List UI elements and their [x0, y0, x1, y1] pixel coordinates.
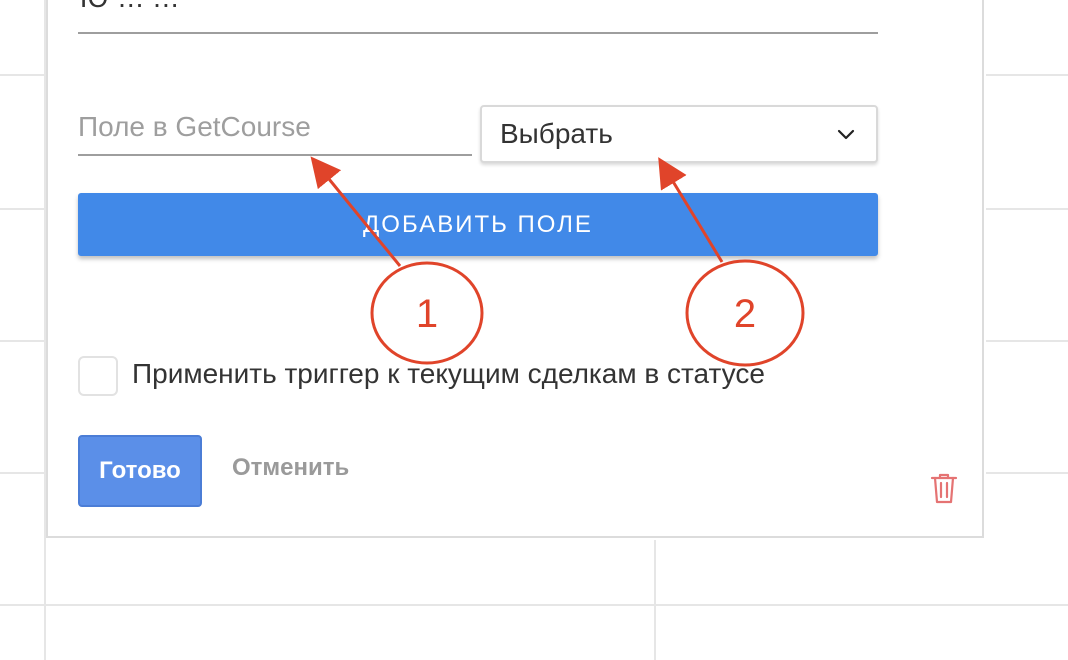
chevron-down-icon — [837, 129, 855, 140]
grid-line — [0, 604, 1068, 606]
grid-line — [0, 472, 46, 474]
grid-line — [986, 74, 1068, 76]
grid-line — [654, 540, 656, 660]
grid-line — [0, 340, 46, 342]
grid-line — [0, 208, 46, 210]
apply-trigger-label: Применить триггер к текущим сделкам в ст… — [132, 358, 765, 389]
top-field-underline — [78, 32, 878, 34]
grid-line — [986, 340, 1068, 342]
grid-line — [986, 208, 1068, 210]
grid-line — [0, 74, 46, 76]
add-field-button[interactable]: ДОБАВИТЬ ПОЛЕ — [78, 193, 878, 256]
getcourse-field-input[interactable] — [78, 100, 472, 156]
stage: Ю ... ... Выбрать ДОБАВИТЬ ПОЛЕ Применит… — [0, 0, 1068, 660]
trash-icon[interactable] — [930, 472, 958, 504]
field-select[interactable]: Выбрать — [480, 105, 878, 163]
apply-trigger-checkbox[interactable] — [78, 356, 118, 396]
top-field-value: Ю ... ... — [80, 0, 180, 14]
done-button[interactable]: Готово — [78, 435, 202, 507]
cancel-button[interactable]: Отменить — [232, 454, 349, 482]
grid-line — [986, 472, 1068, 474]
field-select-value: Выбрать — [500, 118, 613, 149]
